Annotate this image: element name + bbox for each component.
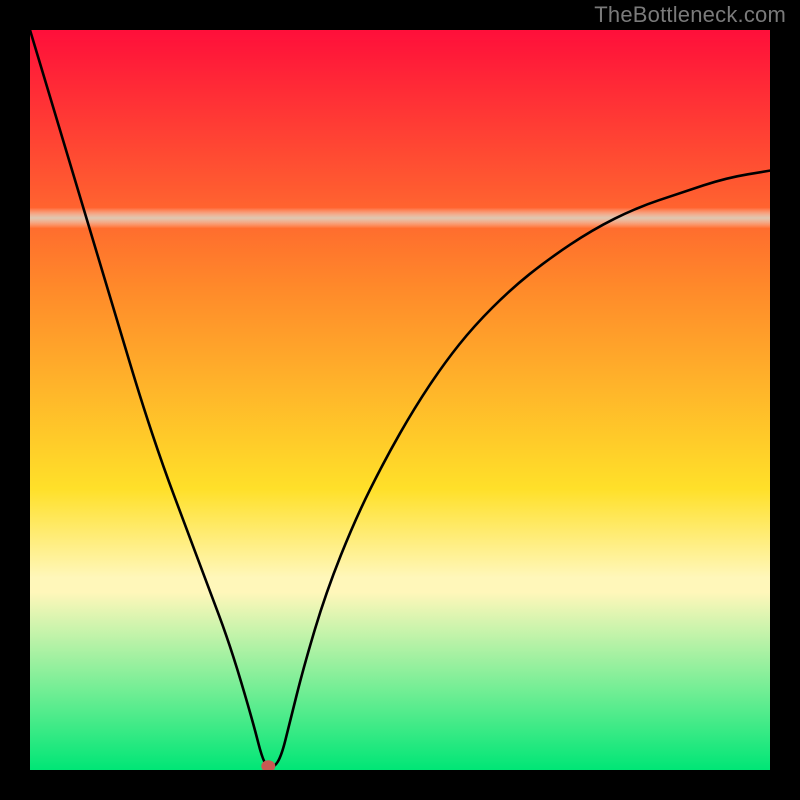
watermark-text: TheBottleneck.com — [594, 2, 786, 28]
plot-svg — [30, 30, 770, 770]
plot-area — [30, 30, 770, 770]
chart-container: TheBottleneck.com — [0, 0, 800, 800]
pale-band — [30, 208, 770, 229]
